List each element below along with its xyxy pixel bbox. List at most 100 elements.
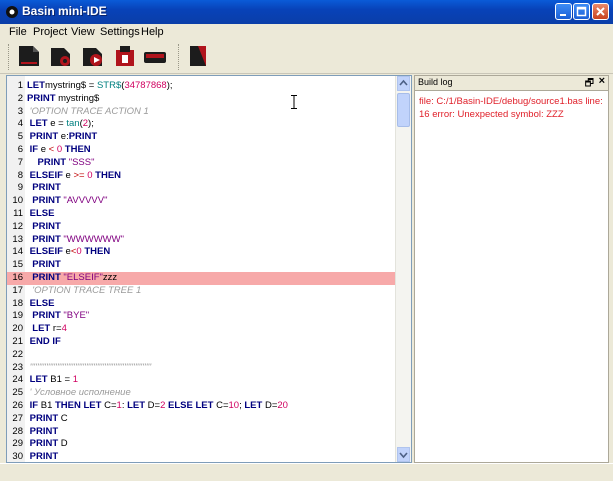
- code-line[interactable]: 3 'OPTION TRACE ACTION 1: [7, 106, 399, 119]
- window-title: Basin mini-IDE: [22, 4, 107, 18]
- code-text: PRINT: [27, 182, 61, 195]
- code-line[interactable]: 12 PRINT: [7, 221, 399, 234]
- code-line[interactable]: 2 PRINT mystring$: [7, 93, 399, 106]
- scroll-up-button[interactable]: [397, 76, 410, 91]
- line-number: 8: [17, 169, 23, 181]
- scroll-thumb[interactable]: [397, 93, 410, 127]
- menu-bar: File Project View Settings Help: [0, 24, 613, 40]
- toolbar-grip[interactable]: [8, 44, 12, 70]
- code-token: LET: [244, 400, 263, 411]
- line-number: 6: [17, 144, 23, 155]
- code-line[interactable]: 11 ELSE: [7, 208, 399, 221]
- code-token: END IF: [27, 336, 61, 347]
- code-line[interactable]: 8 ELSEIF e >= 0 THEN: [7, 170, 399, 183]
- title-bar: Basin mini-IDE: [0, 0, 613, 24]
- text-cursor-icon: [291, 95, 297, 109]
- line-number: 7: [17, 156, 23, 168]
- close-button[interactable]: [592, 3, 609, 20]
- code-token: mystring$ =: [44, 80, 97, 91]
- new-file-icon[interactable]: [16, 43, 42, 69]
- menu-help[interactable]: Help: [141, 26, 164, 38]
- code-token: "WWWWWW": [63, 233, 124, 245]
- code-line[interactable]: 20 LET r=4: [7, 323, 399, 336]
- code-line[interactable]: 18 ELSE: [7, 298, 399, 311]
- code-text: ' Условное исполнение: [27, 387, 131, 400]
- code-token: r=: [50, 323, 62, 335]
- code-token: ELSEIF: [27, 169, 63, 181]
- code-line[interactable]: 5 PRINT e:PRINT: [7, 131, 399, 144]
- code-line[interactable]: 19 PRINT "BYE": [7, 310, 399, 323]
- code-token: "AVVVVV": [63, 195, 108, 207]
- code-text: PRINT: [27, 221, 61, 234]
- menu-project[interactable]: Project: [33, 26, 67, 38]
- code-token: PRINT: [27, 259, 61, 271]
- code-line[interactable]: 25 ' Условное исполнение: [7, 387, 399, 400]
- code-text: IF B1 THEN LET C=1: LET D=2 ELSE LET C=1…: [27, 400, 288, 413]
- code-line[interactable]: 6 IF e < 0 THEN: [7, 144, 399, 157]
- code-text: IF e < 0 THEN: [27, 144, 91, 157]
- code-text: PRINT "AVVVVV": [27, 195, 107, 208]
- code-token: >=: [73, 169, 85, 181]
- code-token: ELSE LET: [165, 400, 214, 411]
- code-line[interactable]: 23 '''''''''''''''''''''''''''''''''''''…: [7, 362, 399, 375]
- code-text: PRINT "WWWWWW": [27, 234, 124, 247]
- code-line[interactable]: 30 PRINT: [7, 451, 399, 462]
- code-line[interactable]: 14 ELSEIF e<0 THEN: [7, 246, 399, 259]
- code-token: ELSEIF: [27, 246, 63, 258]
- editor-vertical-scrollbar[interactable]: [395, 76, 411, 462]
- code-text: PRINT C: [27, 413, 68, 426]
- code-line[interactable]: 26 IF B1 THEN LET C=1: LET D=2 ELSE LET …: [7, 400, 399, 413]
- code-line[interactable]: 9 PRINT: [7, 182, 399, 195]
- code-line[interactable]: 13 PRINT "WWWWWW": [7, 234, 399, 247]
- code-token: PRINT: [27, 92, 56, 104]
- pin-icon[interactable]: 🗗: [585, 76, 594, 93]
- code-text: PRINT: [27, 259, 61, 272]
- minimize-button[interactable]: [555, 3, 572, 20]
- code-token: zzz: [102, 272, 118, 283]
- scroll-down-button[interactable]: [397, 447, 410, 462]
- menu-settings[interactable]: Settings: [100, 26, 140, 38]
- code-text: 'OPTION TRACE ACTION 1: [27, 106, 149, 119]
- code-token: PRINT: [27, 182, 61, 194]
- toolbar-grip-2[interactable]: [178, 44, 182, 70]
- build-icon[interactable]: [112, 43, 138, 69]
- code-line[interactable]: 15 PRINT: [7, 259, 399, 272]
- open-project-icon[interactable]: [48, 43, 74, 69]
- code-token: PRINT: [27, 425, 59, 437]
- code-token: D: [58, 438, 68, 450]
- code-token: LET: [27, 80, 45, 91]
- menu-file[interactable]: File: [9, 26, 27, 38]
- line-number: 27: [12, 412, 23, 424]
- code-line[interactable]: 28 PRINT: [7, 426, 399, 439]
- code-line[interactable]: 7 PRINT "SSS": [7, 157, 399, 170]
- code-editor[interactable]: 1 LETmystring$ = STR$(34787868); 2 PRINT my…: [6, 75, 412, 463]
- menu-view[interactable]: View: [71, 26, 95, 38]
- code-line[interactable]: 21 END IF: [7, 336, 399, 349]
- code-line[interactable]: 22: [7, 349, 399, 362]
- code-token: 4: [61, 323, 67, 335]
- settings-icon[interactable]: [186, 43, 212, 69]
- code-line[interactable]: 16 PRINT "ELSEIF"zzz: [7, 272, 399, 285]
- line-number: 17: [12, 284, 23, 296]
- code-token: ' Условное исполнение: [27, 387, 131, 399]
- code-line[interactable]: 27 PRINT C: [7, 413, 399, 426]
- code-line[interactable]: 10 PRINT "AVVVVV": [7, 195, 399, 208]
- code-line[interactable]: 4 LET e = tan(2);: [7, 118, 399, 131]
- code-token: B1 =: [47, 374, 73, 386]
- maximize-button[interactable]: [573, 3, 590, 20]
- code-text: PRINT e:PRINT: [27, 131, 98, 144]
- panel-close-icon[interactable]: ×: [599, 75, 605, 87]
- code-token: THEN: [81, 246, 111, 258]
- code-line[interactable]: 29 PRINT D: [7, 438, 399, 451]
- code-text: LET r=4: [27, 323, 67, 336]
- code-token: ELSE: [27, 208, 55, 219]
- code-token: PRINT: [27, 220, 61, 232]
- code-token: IF: [27, 400, 39, 411]
- line-number: 22: [12, 348, 23, 360]
- code-line[interactable]: 1 LETmystring$ = STR$(34787868);: [7, 80, 399, 93]
- stop-icon[interactable]: [142, 43, 168, 69]
- code-token: LET: [127, 400, 146, 411]
- code-line[interactable]: 24 LET B1 = 1: [7, 374, 399, 387]
- run-icon[interactable]: [80, 43, 106, 69]
- code-line[interactable]: 17 'OPTION TRACE TREE 1: [7, 285, 399, 298]
